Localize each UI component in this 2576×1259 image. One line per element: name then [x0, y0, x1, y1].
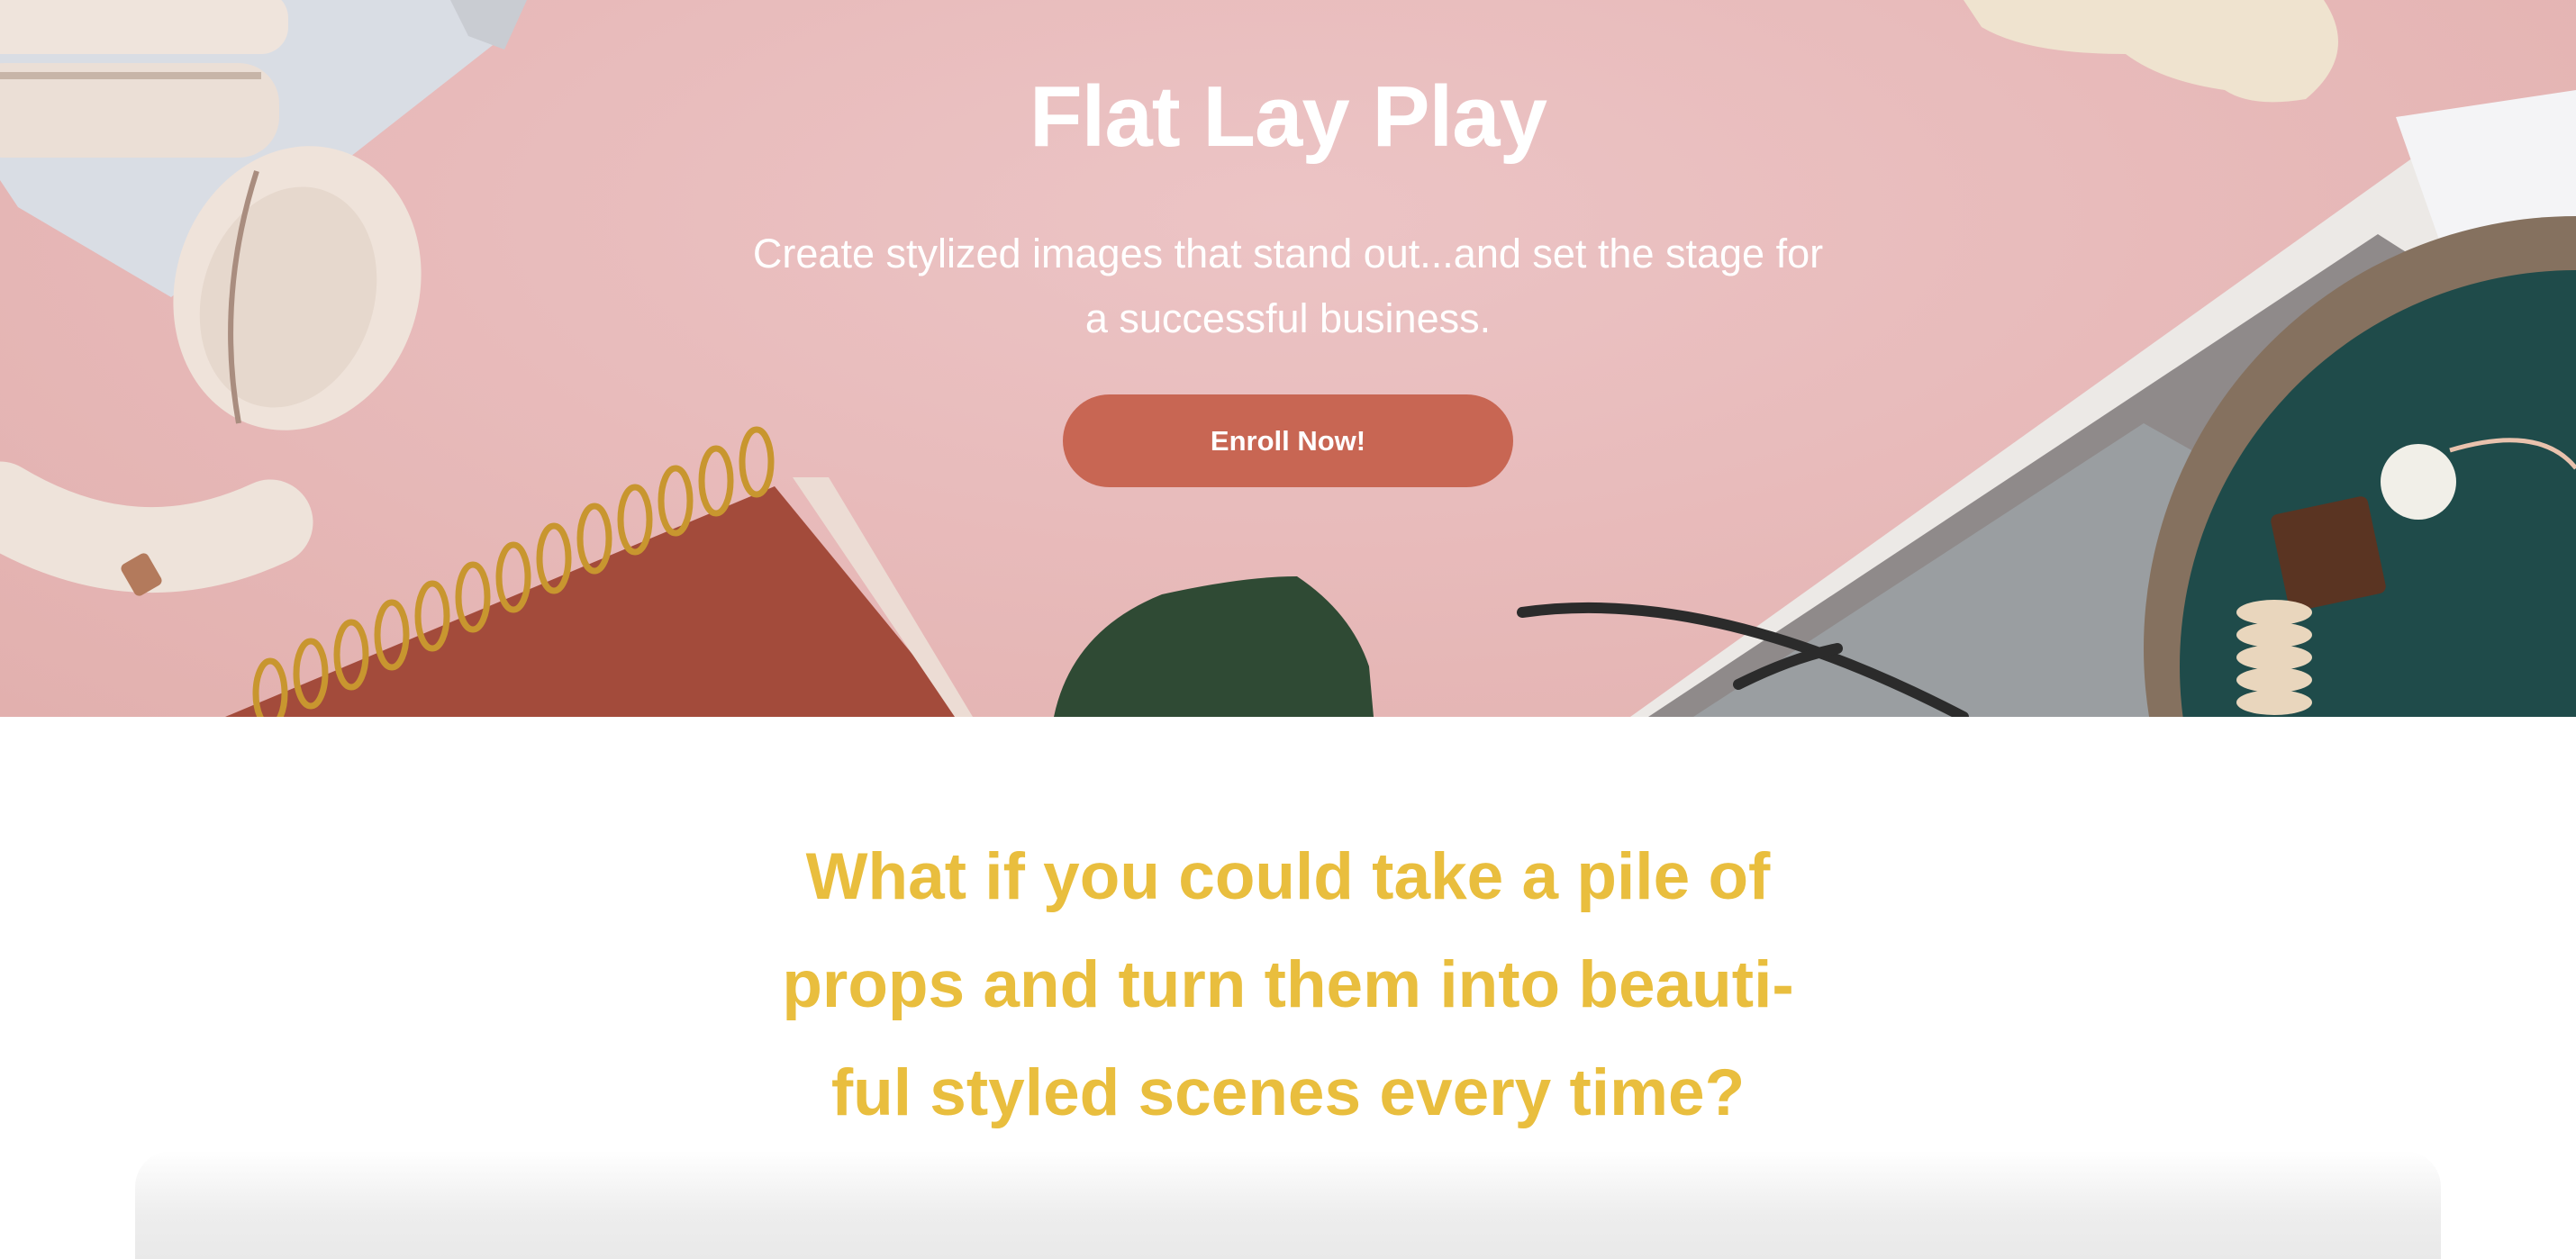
enroll-now-button[interactable]: Enroll Now! — [1063, 394, 1513, 487]
intro-heading-line-3: ful styled scenes every time? — [830, 1056, 1746, 1129]
hero-banner: Flat Lay Play Create stylized images tha… — [0, 0, 2576, 717]
hero-subtitle: Create stylized images that stand out...… — [703, 222, 1873, 351]
notebook-icon — [225, 426, 973, 717]
intro-section: What if you could take a pile of props a… — [0, 717, 2576, 1259]
intro-heading-line-2: props and turn them into beauti- — [782, 948, 1794, 1021]
content-card-edge — [135, 1151, 2441, 1259]
intro-heading: What if you could take a pile of props a… — [748, 823, 1828, 1147]
hero-subtitle-line-1: Create stylized images that stand out...… — [752, 231, 1824, 276]
page-title: Flat Lay Play — [1029, 68, 1547, 165]
intro-heading-line-1: What if you could take a pile of — [805, 840, 1771, 913]
green-fabric — [1054, 576, 1374, 717]
bowl-icon — [2144, 216, 2576, 717]
hero-subtitle-line-2: a successful business. — [1084, 295, 1492, 341]
